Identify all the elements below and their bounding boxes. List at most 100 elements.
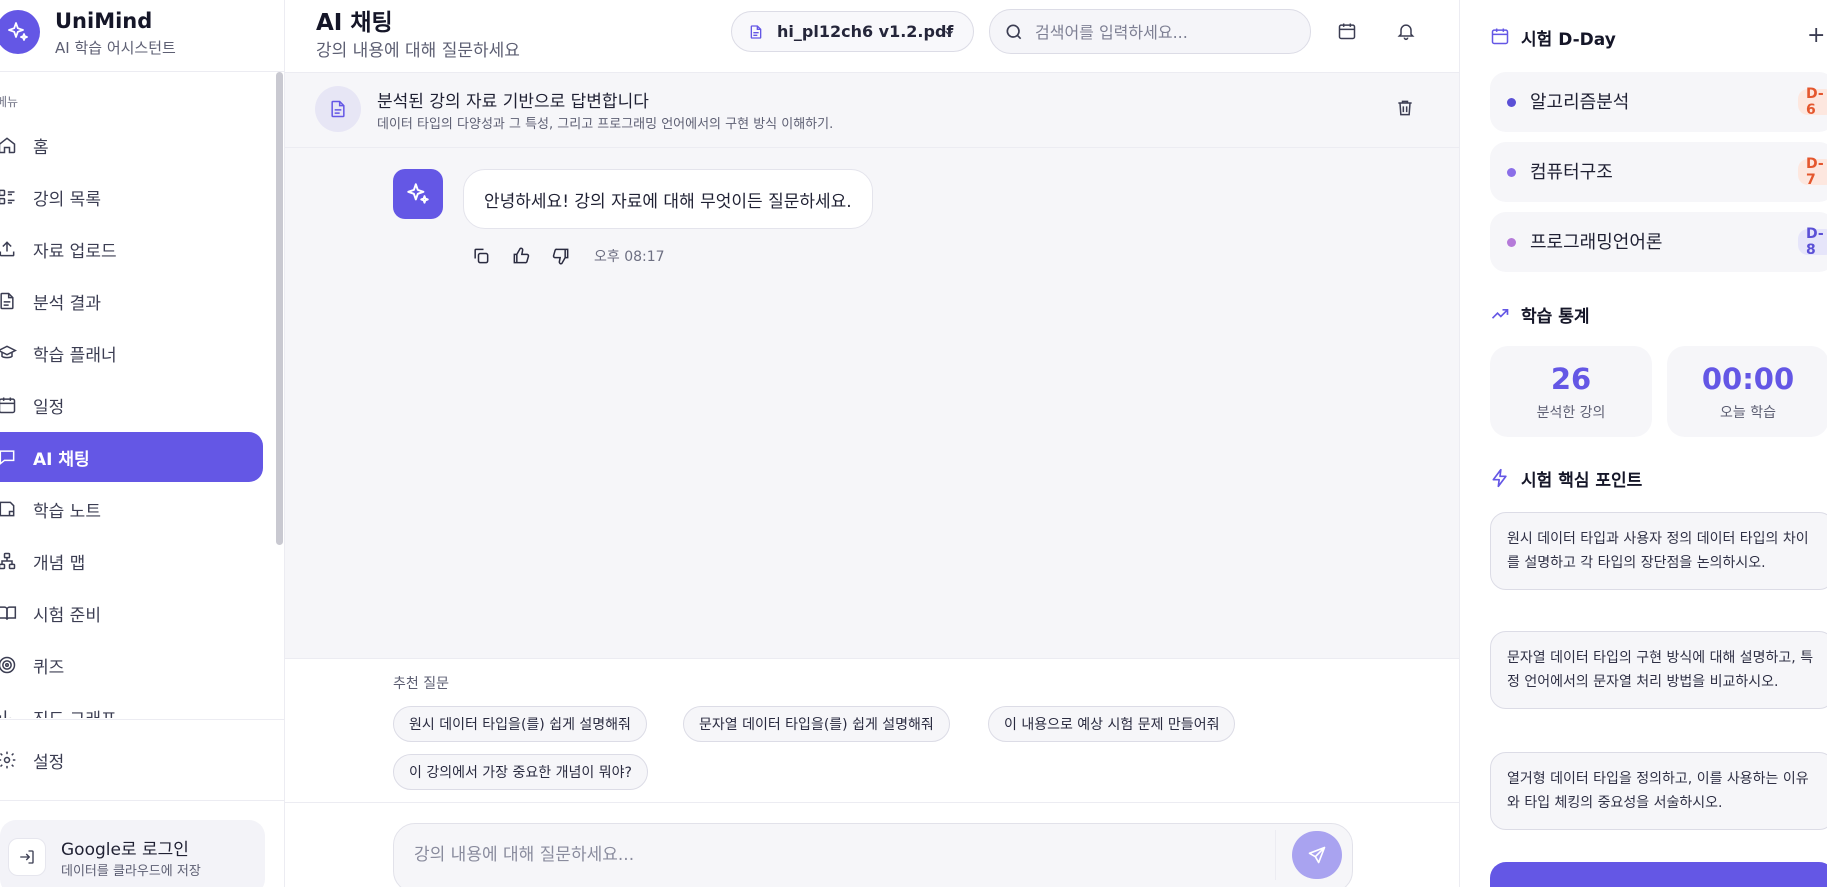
sidebar: UniMind AI 학습 어시스턴트 메뉴 홈 강의 목록 자료 업로드 분석… (0, 0, 285, 887)
concept-map-icon (0, 552, 16, 570)
dday-item[interactable]: 프로그래밍언어론 D-8 (1490, 212, 1827, 272)
ai-avatar (393, 169, 443, 219)
key-point-card[interactable]: 원시 데이터 타입과 사용자 정의 데이터 타입의 차이를 설명하고 각 타입의… (1490, 512, 1827, 590)
notification-button[interactable] (1391, 16, 1421, 46)
context-title: 분석된 강의 자료 기반으로 답변합니다 (377, 92, 649, 112)
send-button[interactable] (1292, 831, 1342, 879)
gear-icon (0, 751, 16, 769)
calendar-icon (0, 397, 16, 414)
list-icon (0, 189, 15, 205)
sidebar-item-quiz[interactable]: 퀴즈 (0, 640, 263, 690)
sidebar-item-label: 설정 (33, 753, 65, 773)
brand-name: UniMind (55, 9, 153, 33)
file-icon (750, 25, 762, 39)
search-input[interactable] (1035, 18, 1297, 46)
page-title: AI 채팅 (316, 10, 393, 36)
calendar-icon (1338, 23, 1356, 40)
suggested-questions: 추천 질문 원시 데이터 타입을(를) 쉽게 설명해줘 문자열 데이터 타입을(… (285, 658, 1459, 803)
suggestion-chip[interactable]: 이 내용으로 예상 시험 문제 만들어줘 (988, 706, 1236, 742)
dday-badge: D-6 (1798, 86, 1827, 118)
sidebar-item-concept-map[interactable]: 개념 맵 (0, 536, 263, 586)
selected-file-name: hi_pl12ch6 v1.2.pdf (777, 22, 954, 41)
book-open-icon (0, 606, 17, 620)
dday-heading: 시험 D-Day (1521, 30, 1616, 50)
document-icon (315, 86, 361, 132)
copy-icon (474, 248, 489, 264)
upload-icon (0, 241, 15, 257)
message-timestamp: 오후 08:17 (594, 249, 665, 265)
key-points-heading: 시험 핵심 포인트 (1521, 471, 1643, 491)
sidebar-item-upload[interactable]: 자료 업로드 (0, 224, 263, 274)
thumbs-down-button[interactable] (548, 243, 574, 269)
bell-icon (1397, 24, 1415, 41)
exam-dot (1507, 238, 1516, 247)
dday-item[interactable]: 컴퓨터구조 D-7 (1490, 142, 1827, 202)
send-icon (1308, 846, 1326, 864)
sidebar-item-ai-chat[interactable]: AI 채팅 (0, 432, 263, 482)
google-login-button[interactable]: Google로 로그인 데이터를 클라우드에 저장 (0, 820, 265, 887)
copy-button[interactable] (468, 243, 494, 269)
chat-messages: 안녕하세요! 강의 자료에 대해 무엇이든 질문하세요. 오후 08:17 (285, 148, 1459, 658)
stats-heading: 학습 통계 (1521, 307, 1590, 327)
note-icon (0, 501, 15, 517)
chat-input[interactable] (414, 840, 1254, 870)
ai-message-bubble: 안녕하세요! 강의 자료에 대해 무엇이든 질문하세요. (463, 169, 873, 229)
context-description: 데이터 타입의 다양성과 그 특성, 그리고 프로그래밍 언어에서의 구현 방식… (377, 117, 834, 132)
sidebar-item-lectures[interactable]: 강의 목록 (0, 172, 263, 222)
thumbs-up-button[interactable] (508, 243, 534, 269)
lightning-icon (1492, 468, 1507, 488)
sidebar-item-progress[interactable]: 진도 그래프 (0, 692, 263, 718)
login-icon (8, 838, 46, 876)
exam-dot (1507, 168, 1516, 177)
stat-card-today: 00:00 오늘 학습 (1667, 346, 1827, 437)
search-icon (1006, 24, 1022, 40)
trending-up-icon (1491, 309, 1509, 319)
sidebar-item-notes[interactable]: 학습 노트 (0, 484, 263, 534)
sidebar-item-label: 진도 그래프 (33, 705, 117, 718)
sidebar-item-label: 자료 업로드 (33, 242, 117, 262)
sidebar-item-label: 분석 결과 (33, 294, 101, 314)
sparkle-icon (407, 183, 429, 204)
sidebar-item-label: 홈 (33, 138, 49, 158)
trash-icon (1398, 100, 1412, 116)
sidebar-scrollbar[interactable] (276, 72, 283, 545)
sidebar-item-settings[interactable]: 설정 (0, 740, 260, 780)
exam-name: 프로그래밍언어론 (1530, 232, 1663, 253)
suggestions-label: 추천 질문 (393, 676, 449, 692)
key-point-card[interactable]: 열거형 데이터 타입을 정의하고, 이를 사용하는 이유와 타입 체킹의 중요성… (1490, 752, 1827, 830)
sidebar-item-analysis[interactable]: 분석 결과 (0, 276, 263, 326)
suggestion-chip[interactable]: 원시 데이터 타입을(를) 쉽게 설명해줘 (393, 706, 647, 742)
sidebar-item-planner[interactable]: 학습 플래너 (0, 328, 263, 378)
dday-item[interactable]: 알고리즘분석 D-6 (1490, 72, 1827, 132)
calendar-button[interactable] (1332, 16, 1362, 46)
sidebar-item-label: 강의 목록 (33, 190, 101, 210)
context-bar: 분석된 강의 자료 기반으로 답변합니다 데이터 타입의 다양성과 그 특성, … (285, 72, 1459, 148)
stat-value: 26 (1550, 362, 1592, 396)
clear-chat-button[interactable] (1395, 97, 1415, 123)
right-panel: 시험 D-Day + 알고리즘분석 D-6 컴퓨터구조 D-7 프로그래밍언어론… (1459, 0, 1827, 887)
stat-card-lectures: 26 분석한 강의 (1490, 346, 1652, 437)
sidebar-item-label: 학습 노트 (33, 502, 101, 522)
suggestion-chip[interactable]: 이 강의에서 가장 중요한 개념이 뭐야? (393, 754, 648, 790)
sidebar-item-label: 시험 준비 (33, 606, 101, 626)
chat-icon (0, 450, 15, 465)
exam-prep-cta-button[interactable] (1490, 862, 1827, 887)
sidebar-item-schedule[interactable]: 일정 (0, 380, 263, 430)
stat-value: 00:00 (1701, 362, 1795, 396)
message-actions: 오후 08:17 (468, 243, 665, 269)
exam-dot (1507, 98, 1516, 107)
thumbs-up-icon (513, 247, 530, 264)
sidebar-item-exam-prep[interactable]: 시험 준비 (0, 588, 263, 638)
login-subtitle: 데이터를 클라우드에 저장 (61, 864, 201, 879)
calendar-icon (1491, 28, 1509, 45)
suggestion-chip[interactable]: 문자열 데이터 타입을(를) 쉽게 설명해줘 (683, 706, 950, 742)
key-point-card[interactable]: 문자열 데이터 타입의 구현 방식에 대해 설명하고, 특정 언어에서의 문자열… (1490, 631, 1827, 709)
file-selector[interactable]: hi_pl12ch6 v1.2.pdf (731, 11, 974, 52)
add-exam-button[interactable]: + (1807, 25, 1825, 47)
sidebar-item-label: 퀴즈 (33, 658, 65, 678)
search-box (989, 9, 1311, 54)
target-icon (0, 656, 16, 674)
document-icon (0, 292, 14, 310)
sidebar-item-home[interactable]: 홈 (0, 120, 263, 170)
sidebar-item-label: 학습 플래너 (33, 346, 117, 366)
